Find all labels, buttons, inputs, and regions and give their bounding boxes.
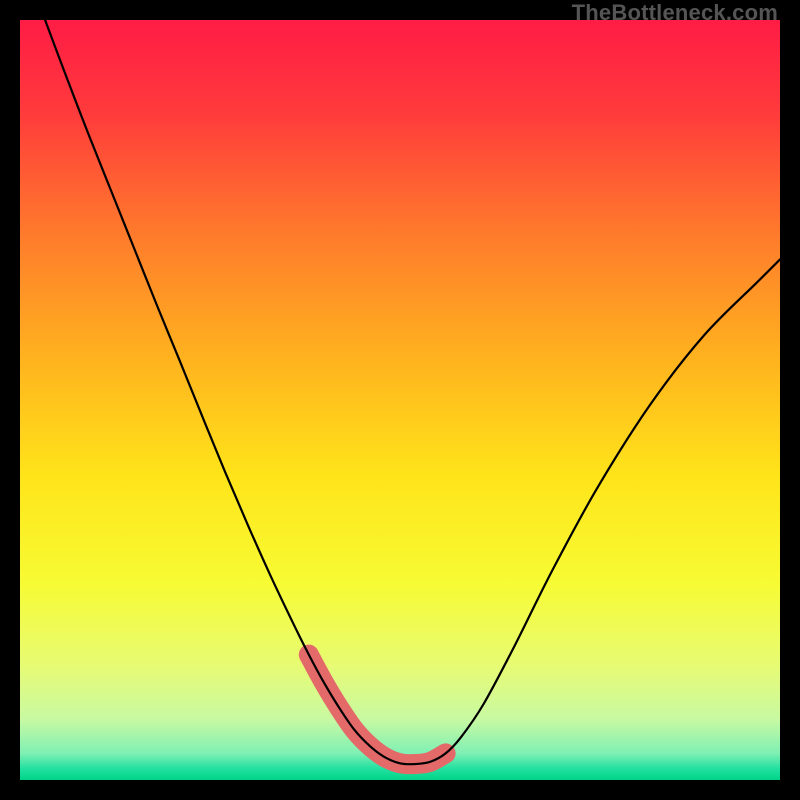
plot-area: [20, 20, 780, 780]
gradient-background: [20, 20, 780, 780]
chart-svg: [20, 20, 780, 780]
plot-frame: [20, 20, 780, 780]
watermark-text: TheBottleneck.com: [572, 0, 778, 26]
